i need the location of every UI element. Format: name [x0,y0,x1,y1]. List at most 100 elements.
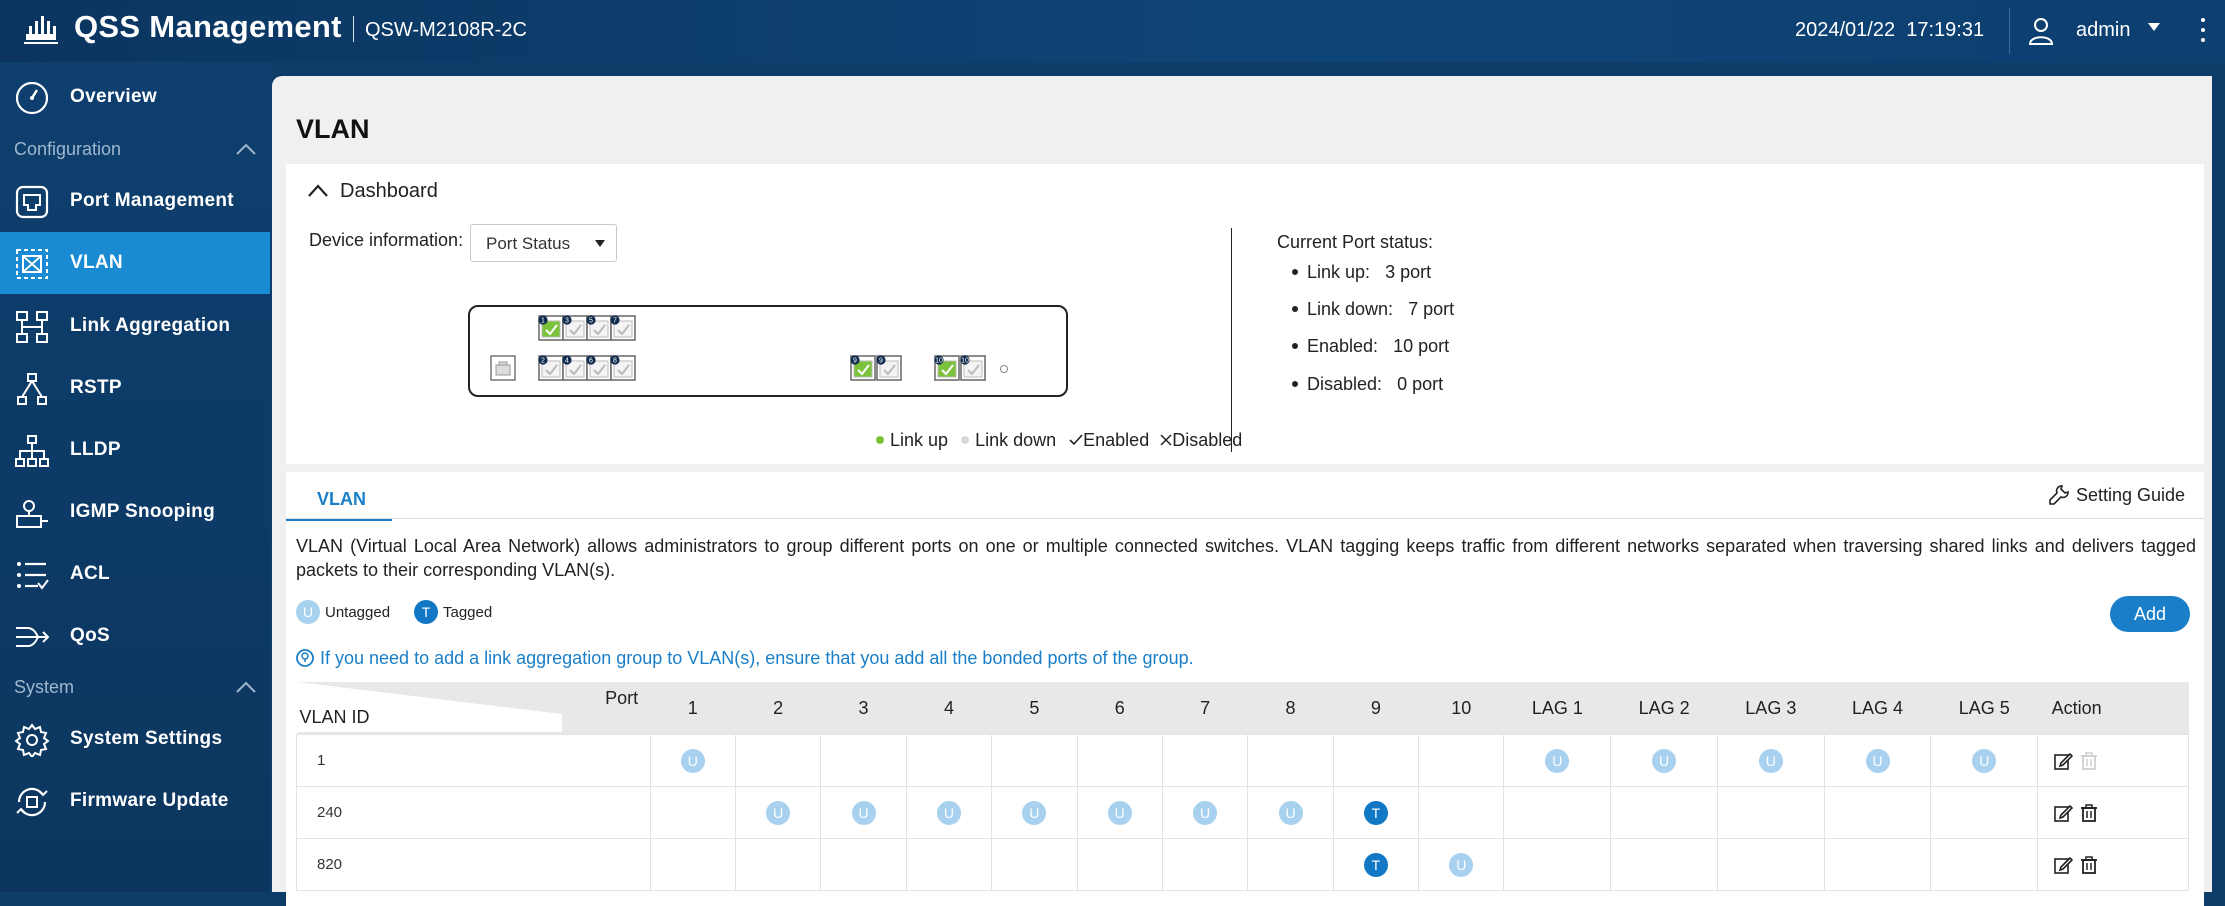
corner-port-label: Port [605,688,639,708]
sidebar-item-igmp-snooping[interactable]: IGMP Snooping [0,481,270,543]
svg-text:10: 10 [935,358,943,365]
switch-port-5[interactable]: 5 [586,315,612,341]
console-port-icon [490,355,516,381]
membership-cell [1503,786,1612,839]
lldp-icon [15,435,49,467]
column-header-9: 9 [1333,682,1419,735]
sidebar-item-lldp[interactable]: LLDP [0,419,270,481]
membership-cell: U [1503,734,1612,787]
switch-port-4[interactable]: 4 [562,355,588,381]
switch-port-6[interactable]: 6 [586,355,612,381]
svg-text:3: 3 [565,318,569,325]
sidebar-item-label: System Settings [70,728,223,749]
membership-cell: U [1161,786,1249,839]
membership-cell [649,786,736,839]
select-value: Port Status [486,234,571,253]
sidebar-item-system-settings[interactable]: System Settings [0,708,270,770]
switch-port-9[interactable]: 9 [850,355,876,381]
untagged-badge: U [1972,748,1997,773]
membership-cell: U [649,734,736,787]
action-cell [2037,838,2189,891]
setting-guide-label: Setting Guide [2076,485,2186,505]
switch-port-3[interactable]: 3 [562,315,588,341]
switch-port-8[interactable]: 8 [610,355,636,381]
chevron-up-icon[interactable] [236,681,256,693]
sidebar-item-rstp[interactable]: RSTP [0,357,270,419]
switch-port-12[interactable]: 10 [960,355,986,381]
membership-cell: T [1332,838,1420,891]
switch-port-7[interactable]: 7 [610,315,636,341]
chevron-up-icon[interactable] [308,184,328,198]
status-enabled: Enabled: 10 port [1292,336,1449,357]
link-aggregation-icon [16,311,48,343]
tagged-badge: T [1363,800,1388,825]
column-header-action: Action [2037,682,2189,735]
sidebar-item-port-management[interactable]: Port Management [0,170,270,232]
column-header-6: 6 [1077,682,1163,735]
switch-port-11[interactable]: 10 [934,355,960,381]
membership-cell [1716,838,1825,891]
switch-port-2[interactable]: 2 [538,355,564,381]
sidebar-item-label: Port Management [70,190,234,211]
untagged-badge: U [1449,852,1474,877]
vlan-table: Port VLAN ID 1 2 3 4 5 6 7 8 9 10 LAG 1 LAG 2 LAG 3 LAG… [296,682,2189,891]
user-icon[interactable] [2028,17,2054,45]
tab-vlan[interactable]: VLAN [286,472,392,521]
edit-icon[interactable] [2053,855,2074,875]
status-label: Link up: [1307,262,1371,282]
membership-cell [734,838,822,891]
user-menu[interactable]: admin [2076,19,2130,42]
chevron-up-icon[interactable] [236,143,256,155]
chevron-down-icon[interactable] [2148,23,2160,31]
svg-text:5: 5 [589,318,593,325]
membership-cell [1161,838,1249,891]
status-value: 10 port [1393,336,1450,356]
switch-port-10[interactable]: 9 [876,355,902,381]
edit-icon[interactable] [2053,803,2074,823]
vlan-description: VLAN (Virtual Local Area Network) allows… [296,536,2196,580]
app-title: QSS Management [74,9,342,44]
sidebar-item-firmware-update[interactable]: Firmware Update [0,770,270,832]
action-cell [2037,734,2189,787]
membership-cell [1418,734,1505,787]
sidebar-item-link-aggregation[interactable]: Link Aggregation [0,295,270,357]
sidebar-item-overview[interactable]: Overview [0,66,270,128]
vlan-icon [16,249,48,279]
tab-label: VLAN [317,489,366,509]
section-configuration[interactable]: Configuration [0,134,270,164]
membership-cell [1823,786,1932,839]
device-info-select[interactable]: Port Status [470,224,617,262]
membership-cell [1823,838,1932,891]
section-system[interactable]: System [0,672,270,702]
sidebar-item-label: Firmware Update [70,790,229,811]
svg-text:9: 9 [879,358,883,365]
untagged-badge: U [1865,748,1890,773]
svg-text:10: 10 [961,358,969,365]
add-button[interactable]: Add [2110,596,2190,632]
switch-front-panel: 1 2 3 4 5 6 7 8 9 9 10 10 [468,305,1068,397]
more-options-icon[interactable] [2200,18,2206,44]
membership-cell: U [1076,786,1163,839]
caret-down-icon [595,240,605,247]
column-header-lag-1: LAG 1 [1503,682,1611,735]
dashboard-title[interactable]: Dashboard [340,180,438,203]
untagged-badge: U [851,800,876,825]
main-content: VLAN Dashboard Device information: Port … [270,62,2225,906]
table-row: 240 U U U U U U U T [296,786,2189,839]
membership-cell: U [991,786,1078,839]
section-label: System [14,677,75,697]
sidebar-item-qos[interactable]: QoS [0,605,270,667]
membership-cell [1247,734,1334,787]
edit-icon[interactable] [2053,751,2074,771]
switch-port-1[interactable]: 1 [538,315,564,341]
close-icon [1160,434,1172,446]
trash-icon[interactable] [2079,855,2099,875]
trash-icon[interactable] [2079,803,2099,823]
rstp-icon [17,373,47,405]
column-header-5: 5 [991,682,1078,735]
sidebar: Overview Configuration Port Management V… [0,62,270,892]
column-header-lag-3: LAG 3 [1717,682,1825,735]
sidebar-item-acl[interactable]: ACL [0,543,270,605]
status-label: Link down: [1307,299,1394,319]
sidebar-item-vlan[interactable]: VLAN [0,232,270,294]
